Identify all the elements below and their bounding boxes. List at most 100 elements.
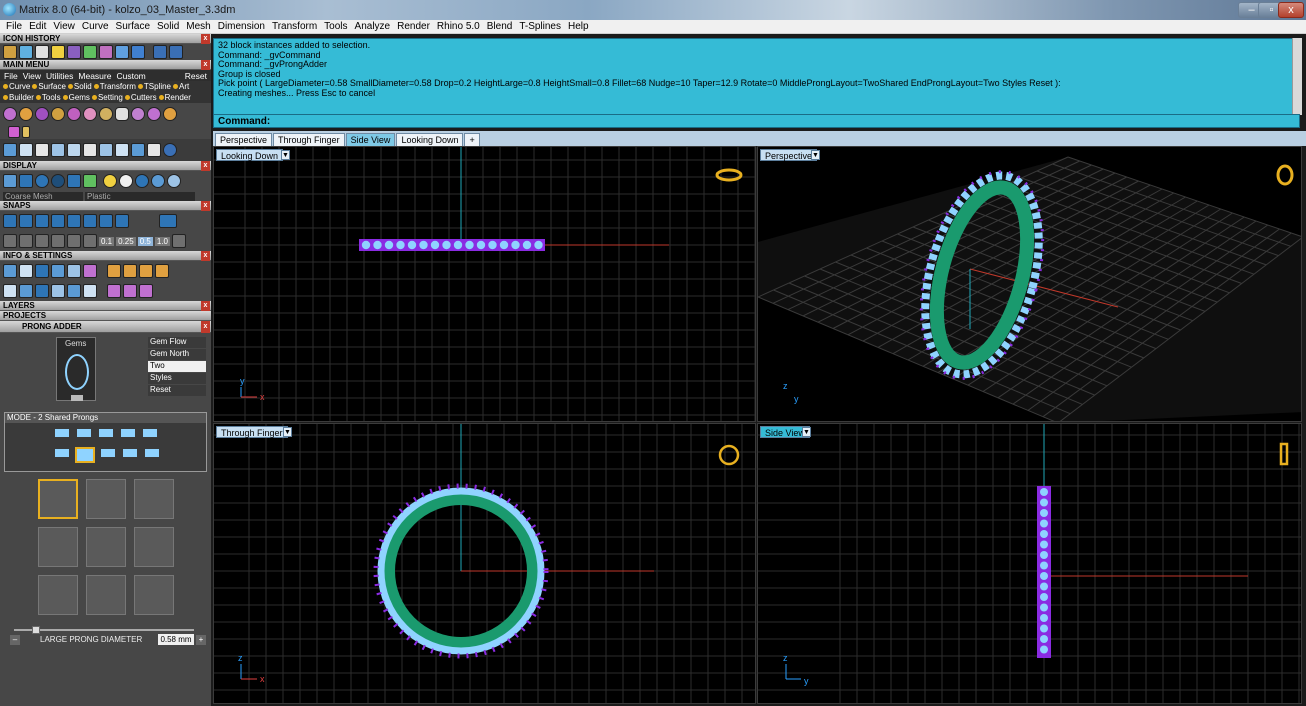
category-solid[interactable]: Solid [67,82,92,91]
reset-button[interactable]: Reset [148,385,206,396]
prong-layout-icon[interactable] [77,429,91,437]
prong-layout-icon[interactable] [99,429,113,437]
snap-icon[interactable] [3,234,17,248]
tool-icon[interactable] [8,126,20,138]
history-icon[interactable] [19,45,33,59]
settings-icon[interactable] [107,264,121,278]
history-icon[interactable] [99,45,113,59]
history-icon[interactable] [115,45,129,59]
settings-icon[interactable] [123,264,137,278]
menu-surface[interactable]: Surface [116,21,150,32]
info-icon[interactable] [3,264,17,278]
menu-mesh[interactable]: Mesh [186,21,210,32]
projects-header[interactable]: PROJECTS [0,311,211,321]
viewport-side-view[interactable]: z y Side View ▼ [757,423,1302,704]
decrease-button[interactable]: – [10,635,20,645]
category-builder[interactable]: Builder [3,93,34,102]
category-setting[interactable]: Setting [91,93,123,102]
snap-icon[interactable] [83,214,97,228]
ring-view-icon[interactable] [718,444,740,466]
ring-builder-icon[interactable] [35,107,49,121]
prong-style-icon[interactable] [134,527,174,567]
prong-layout-icon[interactable] [55,449,69,457]
menu-rhino[interactable]: Rhino 5.0 [437,21,480,32]
menu-tsplines[interactable]: T-Splines [519,21,561,32]
viewport-label[interactable]: Perspective [760,149,818,161]
info-icon[interactable] [35,264,49,278]
material-select[interactable]: Plastic [85,191,195,201]
ring-builder-icon[interactable] [83,107,97,121]
info-icon[interactable] [35,284,49,298]
snap-value-0.25[interactable]: 0.25 [116,236,136,246]
forward-arrow-icon[interactable] [169,45,183,59]
display-header[interactable]: DISPLAY x [0,161,211,171]
menu-analyze[interactable]: Analyze [355,21,391,32]
prong-style-icon[interactable] [38,527,78,567]
display-mode-icon[interactable] [19,174,33,188]
grid-icon[interactable] [171,234,186,248]
command-scrollbar[interactable] [1292,38,1302,115]
slider-thumb[interactable] [31,626,40,634]
snap-icon[interactable] [67,214,81,228]
material-icon[interactable] [167,174,181,188]
tool-icon[interactable] [83,143,97,157]
prong-style-icon[interactable] [86,527,126,567]
category-curve[interactable]: Curve [3,82,30,91]
info-header[interactable]: INFO & SETTINGS x [0,251,211,261]
close-button[interactable]: x [1278,2,1304,18]
history-icon[interactable] [3,45,17,59]
category-gems[interactable]: Gems [62,93,90,102]
gems-preview[interactable]: Gems [56,337,96,401]
snap-icon[interactable] [51,234,65,248]
close-icon[interactable]: x [201,34,210,44]
close-icon[interactable]: x [201,201,210,211]
info-icon[interactable] [51,284,65,298]
material-icon[interactable] [103,174,117,188]
prong-style-icon[interactable] [38,479,78,519]
viewport-label[interactable]: Through Finger [216,426,288,438]
circle-tool-icon[interactable] [163,143,177,157]
menu-curve[interactable]: Curve [82,21,109,32]
info-icon[interactable] [3,284,17,298]
history-icon[interactable] [83,45,97,59]
display-mode-icon[interactable] [51,174,65,188]
main-menu-measure[interactable]: Measure [78,71,111,81]
snap-icon[interactable] [159,214,177,228]
styles-button[interactable]: Styles [148,373,206,384]
prong-layout-icon[interactable] [121,429,135,437]
tool-icon[interactable] [99,143,113,157]
snap-icon[interactable] [51,214,65,228]
category-transform[interactable]: Transform [93,82,136,91]
info-icon[interactable] [67,284,81,298]
main-menu-utilities[interactable]: Utilities [46,71,73,81]
tool-icon[interactable] [115,143,129,157]
viewport-perspective[interactable]: z y Perspective ▼ [757,146,1302,422]
tool-icon[interactable] [67,143,81,157]
prong-style-icon[interactable] [38,575,78,615]
material-icon[interactable] [135,174,149,188]
ring-builder-icon[interactable] [51,107,65,121]
menu-dimension[interactable]: Dimension [218,21,265,32]
command-input[interactable]: Command: [213,114,1300,128]
prong-count-select[interactable]: Two [148,361,206,372]
tool-icon[interactable] [22,126,30,138]
tool-icon[interactable] [51,143,65,157]
info-icon[interactable] [19,284,33,298]
ring-builder-icon[interactable] [67,107,81,121]
ring-view-icon[interactable] [1279,442,1289,466]
main-menu-header[interactable]: MAIN MENU x [0,60,211,70]
ring-view-icon[interactable] [1276,164,1294,186]
main-menu-file[interactable]: File [4,71,18,81]
close-icon[interactable]: x [201,60,210,70]
history-icon[interactable] [35,45,49,59]
prong-layout-selected-icon[interactable] [75,447,95,463]
ring-builder-icon[interactable] [163,107,177,121]
category-surface[interactable]: Surface [32,82,66,91]
ring-builder-icon[interactable] [99,107,113,121]
menu-solid[interactable]: Solid [157,21,179,32]
main-menu-reset[interactable]: Reset [185,71,207,81]
snap-icon[interactable] [99,214,113,228]
menu-transform[interactable]: Transform [272,21,317,32]
settings-icon[interactable] [123,284,137,298]
snap-icon[interactable] [19,214,33,228]
